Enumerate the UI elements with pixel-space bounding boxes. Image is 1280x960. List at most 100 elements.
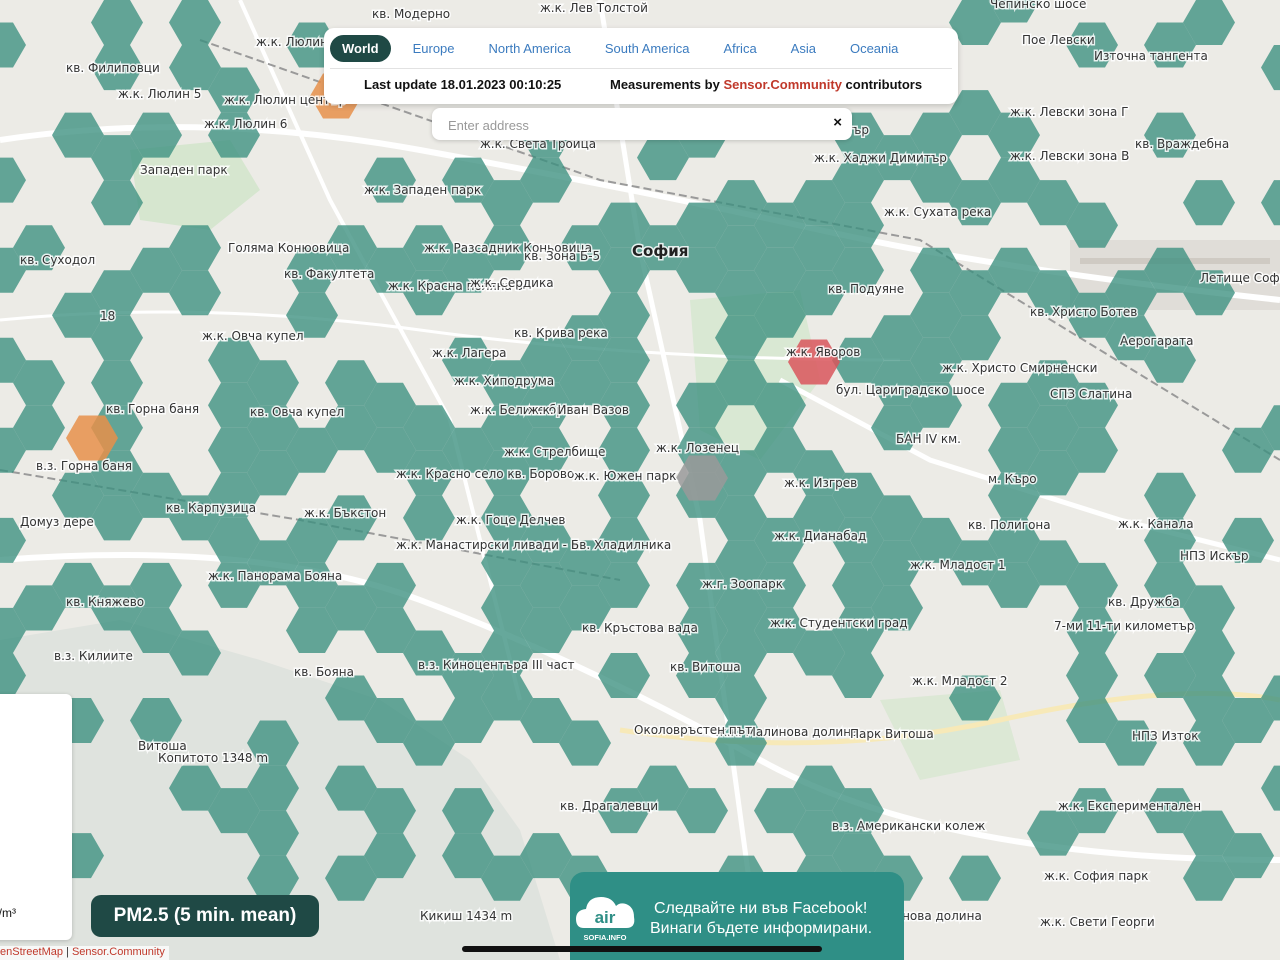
map-place-label: бул. Цариградско шосе (836, 383, 985, 397)
map-place-label: Чепинско шосе (990, 0, 1086, 11)
map-place-label: ж.к. Западен парк (364, 183, 481, 197)
map-place-label: кв. Бояна (294, 665, 354, 679)
map-place-label: ж.к. Сухата река (884, 205, 991, 219)
map-place-label: Източна тангента (1094, 49, 1208, 63)
map-place-label: Голяма Конюовица (228, 241, 349, 255)
map-place-label: ж.к. Студентски град (770, 616, 908, 630)
home-indicator (462, 946, 822, 952)
map-place-label: кв. Овча купел (250, 405, 344, 419)
logo-text: air (595, 908, 616, 927)
map-place-label: Аерогарата (1120, 334, 1194, 348)
map-place-label: ж.к. Сердика (470, 276, 554, 290)
map-place-label: Домуз дере (20, 515, 94, 529)
map-place-label: ж.к. Панорама Бояна (208, 569, 342, 583)
map-place-label: БАН IV км. (896, 432, 961, 446)
map-place-label: кв. Полигона (968, 518, 1051, 532)
clear-icon[interactable]: × (833, 114, 842, 131)
map-place-label: ж.к. Младост 2 (912, 674, 1008, 688)
map-place-label: ж.к. Иван Вазов (528, 403, 629, 417)
map-place-label: кв. Княжево (66, 595, 144, 609)
tab-world[interactable]: World (330, 34, 391, 62)
map-place-label: ж.к. Дианабад (774, 529, 866, 543)
map-place-label: Западен парк (140, 163, 228, 177)
measurements-credit: Measurements by Sensor.Community contrib… (610, 77, 922, 92)
map-place-label: ж.к. Хаджи Димитър (814, 151, 947, 165)
map-place-label: кв. Модерно (372, 7, 450, 21)
map-place-label: ж.к. Лозенец (656, 441, 739, 455)
map-place-label: кв. Хладилника (572, 538, 671, 552)
panel-divider (330, 68, 952, 69)
map-place-label: ж.к. Манастирски ливади - Б (396, 538, 579, 552)
map-place-label: кв. Дружба (1108, 595, 1180, 609)
map-place-label: 7-ми 11-ти километър (1054, 619, 1194, 633)
tab-africa[interactable]: Africa (711, 35, 768, 62)
map-place-label: в.з. Американски колеж (832, 819, 986, 833)
tab-north-america[interactable]: North America (477, 35, 583, 62)
map-place-label: ж.к. Христо Смирненски (942, 361, 1097, 375)
map-place-label: ж.к. Лагера (432, 346, 507, 360)
map-place-label: кв. Кръстова вада (582, 621, 698, 635)
address-input[interactable] (446, 114, 810, 136)
air-sofia-logo-icon: air SOFIA.INFO (576, 897, 635, 942)
map-place-label: ж.к. Люлин 5 (118, 87, 201, 101)
map-place-label: в.з. Горна баня (36, 459, 132, 473)
map-place-label: СПЗ Слатина (1050, 387, 1132, 401)
attribution-separator: | (62, 946, 72, 958)
map-place-label: ж.к. Бъкстон (304, 506, 386, 520)
map-place-label: ж.г. Зоопарк (702, 577, 783, 591)
map-place-label: ж.к. Левски зона В (1010, 149, 1129, 163)
map-place-label: Околовръстен път (634, 723, 752, 737)
tab-oceania[interactable]: Oceania (838, 35, 910, 62)
tab-south-america[interactable]: South America (593, 35, 702, 62)
map-place-label: НПЗ Изток (1132, 729, 1199, 743)
region-panel: World Europe North America South America Afr… (324, 28, 958, 104)
map-place-label: ж.к. Яворов (786, 345, 860, 359)
map-place-label: НПЗ Искър (1180, 549, 1248, 563)
map-canvas[interactable]: кв. Модерно ж.к. Лев Толстой Чепинско шосе… (0, 0, 1280, 960)
map-place-label: ж.к. Изгрев (784, 476, 857, 490)
map-place-label: кв. Зона Б-5 (524, 249, 600, 263)
map-place-label: 18 (100, 309, 115, 323)
city-label: София (632, 242, 688, 260)
map-place-label: кв. Крива река (514, 326, 608, 340)
map-place-label: ж.к. Стрелбище (504, 445, 605, 459)
map-place-label: в.з. Килиите (54, 649, 133, 663)
measurements-suffix: contributors (845, 77, 923, 92)
sensor-community-link[interactable]: Sensor.Community (723, 77, 841, 92)
map-place-label: кв. Карпузица (166, 501, 256, 515)
map-place-label: ж.к. Люлин 6 (204, 117, 287, 131)
map-place-label: м. Къро (988, 472, 1037, 486)
map-place-label: ж.к. Младост 1 (910, 558, 1006, 572)
sensor-community-attribution-link[interactable]: Sensor.Community (72, 946, 165, 958)
osm-attribution-link[interactable]: enStreetMap (0, 946, 63, 958)
map-place-label: ж.к. Красно село кв. Борово (396, 467, 574, 481)
pm-type-selector[interactable]: PM2.5 (5 min. mean) (91, 895, 319, 937)
map-place-label: ж.к. Хиподрума (454, 374, 554, 388)
map-place-label: ж.к. София парк (1044, 869, 1148, 883)
map-place-label: ж.к. Свети Георги (1040, 915, 1155, 929)
map-place-label: Копитото 1348 m (158, 751, 268, 765)
facebook-follow-text: Следвайте ни във Facebook! (654, 900, 868, 917)
map-place-label: ж.к. Гоце Делчев (456, 513, 566, 527)
map-place-label: кв. Витоша (670, 660, 741, 674)
map-place-label: Пое Левски (1022, 33, 1095, 47)
map-place-label: Парк Витоша (850, 727, 934, 741)
map-place-label: ж.к. Овча купел (202, 329, 304, 343)
pm-legend: 0 0 g/m³ (0, 694, 72, 940)
map-place-label: кв. Факултета (284, 267, 374, 281)
tab-asia[interactable]: Asia (779, 35, 828, 62)
last-update-text: Last update 18.01.2023 00:10:25 (364, 77, 562, 92)
map-place-label: ж.к. Канала (1118, 517, 1194, 531)
map-attribution: enStreetMap | Sensor.Community (0, 946, 169, 960)
map-place-label: кв. Филиповци (66, 61, 160, 75)
tab-europe[interactable]: Europe (401, 35, 467, 62)
map-place-label: Кикиш 1434 m (420, 909, 512, 923)
address-search: × (432, 108, 852, 140)
map-place-label: ж.к. Южен парк (574, 469, 676, 483)
map-place-label: кв. Горна баня (106, 402, 199, 416)
legend-unit: g/m³ (0, 906, 16, 920)
map-place-label: в.з. Киноцентъра III част (418, 658, 575, 672)
map-place-label: кв. Враждебна (1135, 137, 1229, 151)
map-place-label: Витоша (138, 739, 187, 753)
map-place-label: кв. Драгалевци (560, 799, 658, 813)
